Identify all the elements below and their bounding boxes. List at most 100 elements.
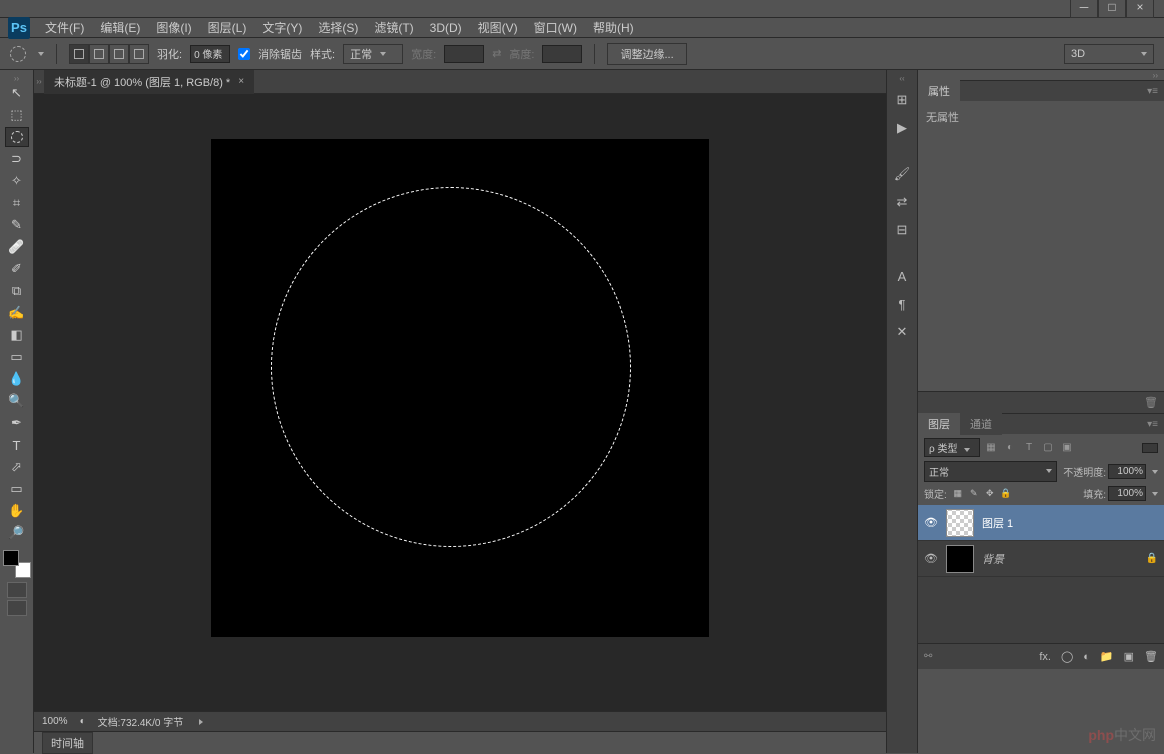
- screen-mode-toggle[interactable]: [7, 600, 27, 616]
- selection-subtract-button[interactable]: [109, 44, 129, 64]
- doc-tabs-expand-icon[interactable]: ››: [34, 77, 44, 86]
- layer-name[interactable]: 图层 1: [982, 515, 1158, 531]
- brush-tool[interactable]: ✐: [5, 259, 29, 279]
- toolbox-expand-icon[interactable]: ››: [2, 74, 32, 82]
- selection-add-button[interactable]: [89, 44, 109, 64]
- menu-3d[interactable]: 3D(D): [423, 19, 469, 37]
- panels-collapse-icon[interactable]: ››: [918, 70, 1164, 80]
- filter-smartobj-icon[interactable]: ▣: [1059, 440, 1075, 456]
- properties-tab[interactable]: 属性: [918, 80, 960, 102]
- fx-icon[interactable]: fx.: [1039, 651, 1051, 663]
- menu-layer[interactable]: 图层(L): [201, 17, 254, 38]
- elliptical-marquee-tool[interactable]: [5, 127, 29, 147]
- lock-image-icon[interactable]: ✎: [967, 487, 981, 501]
- dock-brush-icon[interactable]: 🖌: [891, 163, 913, 185]
- delete-layer-icon[interactable]: 🗑: [1144, 650, 1158, 663]
- antialias-checkbox[interactable]: [238, 48, 250, 60]
- menu-type[interactable]: 文字(Y): [255, 17, 309, 38]
- filter-toggle[interactable]: [1142, 443, 1158, 453]
- path-selection-tool[interactable]: ⬀: [5, 457, 29, 477]
- channels-tab[interactable]: 通道: [960, 413, 1002, 435]
- history-brush-tool[interactable]: ✍: [5, 303, 29, 323]
- layer-filter-type-select[interactable]: ρ 类型: [924, 438, 980, 457]
- feather-input[interactable]: [190, 45, 230, 63]
- canvas-viewport[interactable]: [34, 94, 886, 711]
- zoom-level[interactable]: 100%: [42, 716, 68, 727]
- window-max-button[interactable]: □: [1098, 0, 1126, 18]
- style-select[interactable]: 正常: [343, 44, 403, 64]
- opacity-input[interactable]: [1108, 464, 1146, 479]
- gradient-tool[interactable]: ▭: [5, 347, 29, 367]
- window-min-button[interactable]: －: [1070, 0, 1098, 18]
- foreground-color[interactable]: [3, 550, 19, 566]
- dock-paragraph-icon[interactable]: ¶: [891, 293, 913, 315]
- dock-character-icon[interactable]: A: [891, 265, 913, 287]
- document-tab[interactable]: 未标题-1 @ 100% (图层 1, RGB/8) * ×: [44, 70, 254, 94]
- crop-tool[interactable]: ⌗: [5, 193, 29, 213]
- pen-tool[interactable]: ✒: [5, 413, 29, 433]
- layer-thumbnail[interactable]: [946, 509, 974, 537]
- tool-preset-marquee-ellipse[interactable]: [10, 46, 26, 62]
- opacity-dropdown-icon[interactable]: [1152, 470, 1158, 474]
- move-tool[interactable]: ↖: [5, 83, 29, 103]
- lock-position-icon[interactable]: ✥: [983, 487, 997, 501]
- menu-edit[interactable]: 编辑(E): [93, 17, 147, 38]
- menu-file[interactable]: 文件(F): [38, 17, 91, 38]
- magic-wand-tool[interactable]: ✧: [5, 171, 29, 191]
- layer-item[interactable]: 👁 背景 🔒: [918, 541, 1164, 577]
- new-layer-icon[interactable]: ▣: [1124, 650, 1134, 663]
- layers-tab[interactable]: 图层: [918, 413, 960, 435]
- lasso-tool[interactable]: ⊃: [5, 149, 29, 169]
- filter-type-icon[interactable]: T: [1021, 440, 1037, 456]
- dock-3d-icon[interactable]: ⊞: [891, 89, 913, 111]
- selection-new-button[interactable]: [69, 44, 89, 64]
- layer-mask-icon[interactable]: ◯: [1061, 650, 1073, 663]
- blend-mode-select[interactable]: 正常: [924, 461, 1057, 482]
- quick-mask-toggle[interactable]: [7, 582, 27, 598]
- zoom-tool[interactable]: 🔎: [5, 523, 29, 543]
- healing-brush-tool[interactable]: 🩹: [5, 237, 29, 257]
- dock-brush-presets-icon[interactable]: ⇄: [891, 191, 913, 213]
- lock-transparency-icon[interactable]: ▦: [951, 487, 965, 501]
- filter-adjustment-icon[interactable]: ◐: [1002, 440, 1018, 456]
- status-menu-icon[interactable]: [199, 719, 206, 725]
- dock-tools-icon[interactable]: ✕: [891, 321, 913, 343]
- selection-intersect-button[interactable]: [129, 44, 149, 64]
- menu-help[interactable]: 帮助(H): [586, 17, 641, 38]
- dock-layers-icon[interactable]: ⊟: [891, 219, 913, 241]
- clone-stamp-tool[interactable]: ⧉: [5, 281, 29, 301]
- group-icon[interactable]: 📁: [1100, 650, 1114, 663]
- status-icon[interactable]: ◐: [80, 716, 86, 727]
- menu-view[interactable]: 视图(V): [471, 17, 525, 38]
- hand-tool[interactable]: ✋: [5, 501, 29, 521]
- type-tool[interactable]: T: [5, 435, 29, 455]
- fill-dropdown-icon[interactable]: [1152, 492, 1158, 496]
- rectangular-marquee-tool[interactable]: ⬚: [5, 105, 29, 125]
- dock-expand-icon[interactable]: ‹‹: [899, 74, 904, 83]
- menu-window[interactable]: 窗口(W): [527, 17, 584, 38]
- shape-tool[interactable]: ▭: [5, 479, 29, 499]
- eraser-tool[interactable]: ◧: [5, 325, 29, 345]
- window-close-button[interactable]: ×: [1126, 0, 1154, 18]
- layer-visibility-icon[interactable]: 👁: [924, 516, 938, 529]
- menu-filter[interactable]: 滤镜(T): [367, 17, 420, 38]
- workspace-selector[interactable]: 3D: [1064, 44, 1154, 64]
- menu-image[interactable]: 图像(I): [149, 17, 198, 38]
- filter-pixel-icon[interactable]: ▦: [983, 440, 999, 456]
- trash-icon[interactable]: 🗑: [1144, 396, 1158, 409]
- link-layers-icon[interactable]: ⚯: [924, 651, 932, 662]
- color-swatches[interactable]: [3, 550, 31, 578]
- timeline-tab[interactable]: 时间轴: [42, 732, 93, 754]
- lock-all-icon[interactable]: 🔒: [999, 487, 1013, 501]
- canvas[interactable]: [211, 139, 709, 637]
- doc-info[interactable]: 文档:732.4K/0 字节: [98, 714, 184, 729]
- layer-thumbnail[interactable]: [946, 545, 974, 573]
- dock-play-icon[interactable]: ▶: [891, 117, 913, 139]
- layer-item[interactable]: 👁 图层 1: [918, 505, 1164, 541]
- layer-visibility-icon[interactable]: 👁: [924, 552, 938, 565]
- fill-input[interactable]: [1108, 486, 1146, 501]
- tool-preset-dropdown-icon[interactable]: [38, 52, 44, 56]
- dodge-tool[interactable]: 🔍: [5, 391, 29, 411]
- properties-panel-menu-icon[interactable]: ▾≡: [1141, 86, 1164, 97]
- filter-shape-icon[interactable]: ▢: [1040, 440, 1056, 456]
